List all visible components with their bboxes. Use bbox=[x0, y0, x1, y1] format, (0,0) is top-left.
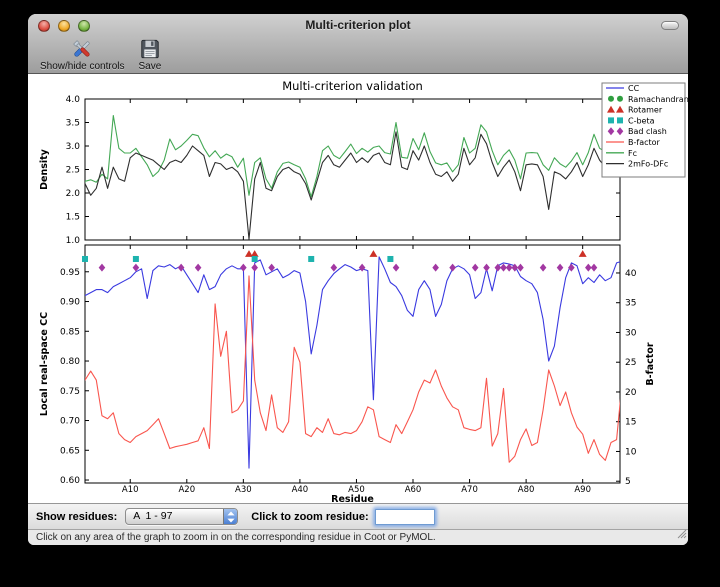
save-icon bbox=[139, 36, 161, 61]
svg-text:A20: A20 bbox=[178, 485, 195, 495]
svg-text:Residue: Residue bbox=[331, 494, 374, 503]
minimize-button[interactable] bbox=[58, 20, 70, 32]
controls-bar: Show residues: A 1 - 97 Click to zoom re… bbox=[28, 503, 688, 529]
svg-text:0.60: 0.60 bbox=[60, 476, 80, 486]
svg-text:Bad clash: Bad clash bbox=[628, 127, 667, 136]
svg-text:B-factor: B-factor bbox=[645, 342, 656, 385]
svg-text:A10: A10 bbox=[122, 485, 139, 495]
plot-figure[interactable]: A10A20A30A40A50A60A70A80A901.01.52.02.53… bbox=[28, 74, 688, 503]
svg-text:0.75: 0.75 bbox=[60, 387, 80, 397]
svg-text:Local real-space CC: Local real-space CC bbox=[39, 312, 50, 416]
svg-text:2.0: 2.0 bbox=[66, 189, 81, 199]
title-bar[interactable]: Multi-criterion plot bbox=[28, 14, 688, 36]
svg-text:4.0: 4.0 bbox=[66, 95, 81, 105]
toolbar: Show/hide controls bbox=[28, 36, 688, 73]
show-hide-controls-label: Show/hide controls bbox=[40, 61, 125, 72]
save-label: Save bbox=[139, 61, 162, 72]
svg-text:1.0: 1.0 bbox=[66, 236, 81, 246]
svg-text:15: 15 bbox=[625, 418, 636, 428]
svg-text:25: 25 bbox=[625, 358, 636, 368]
svg-text:0.95: 0.95 bbox=[60, 268, 80, 278]
window-header: Multi-criterion plot bbox=[28, 14, 688, 74]
show-residues-label: Show residues: bbox=[36, 511, 117, 523]
traffic-lights bbox=[38, 20, 98, 32]
residue-range-select[interactable]: A 1 - 97 bbox=[125, 508, 238, 525]
svg-text:A70: A70 bbox=[461, 485, 478, 495]
svg-text:2.5: 2.5 bbox=[66, 166, 80, 176]
svg-text:20: 20 bbox=[625, 388, 637, 398]
svg-text:Density: Density bbox=[39, 148, 50, 190]
svg-text:Fc: Fc bbox=[628, 149, 637, 158]
svg-text:CC: CC bbox=[628, 84, 640, 93]
zoom-window-button[interactable] bbox=[78, 20, 90, 32]
zoom-residue-label: Click to zoom residue: bbox=[251, 511, 368, 523]
zoom-residue-input[interactable] bbox=[375, 509, 435, 525]
svg-text:35: 35 bbox=[625, 299, 636, 309]
svg-text:40: 40 bbox=[625, 269, 637, 279]
svg-text:30: 30 bbox=[625, 328, 637, 338]
svg-text:Rotamer: Rotamer bbox=[628, 106, 663, 115]
resize-grip-icon[interactable] bbox=[675, 526, 687, 544]
svg-text:Ramachandran: Ramachandran bbox=[628, 95, 688, 104]
window-title: Multi-criterion plot bbox=[28, 14, 688, 36]
desktop-background: Multi-criterion plot bbox=[0, 0, 720, 587]
svg-text:0.70: 0.70 bbox=[60, 417, 80, 427]
svg-text:A40: A40 bbox=[292, 485, 309, 495]
svg-text:A30: A30 bbox=[235, 485, 252, 495]
svg-text:B-factor: B-factor bbox=[628, 138, 661, 147]
show-hide-controls-button[interactable]: Show/hide controls bbox=[40, 36, 125, 72]
close-button[interactable] bbox=[38, 20, 50, 32]
multi-criterion-chart[interactable]: A10A20A30A40A50A60A70A80A901.01.52.02.53… bbox=[28, 74, 688, 503]
svg-text:0.85: 0.85 bbox=[60, 327, 80, 337]
status-text: Click on any area of the graph to zoom i… bbox=[36, 532, 436, 543]
svg-text:A80: A80 bbox=[518, 485, 535, 495]
svg-text:0.65: 0.65 bbox=[60, 446, 80, 456]
toolbar-toggle-button[interactable] bbox=[661, 21, 679, 30]
svg-text:10: 10 bbox=[625, 447, 637, 457]
svg-text:0.80: 0.80 bbox=[60, 357, 80, 367]
svg-text:3.5: 3.5 bbox=[66, 119, 80, 129]
svg-text:1.5: 1.5 bbox=[66, 213, 80, 223]
up-down-stepper-icon[interactable] bbox=[223, 509, 237, 524]
tools-icon bbox=[70, 36, 94, 61]
residue-range-value: A 1 - 97 bbox=[126, 509, 223, 524]
svg-text:0.90: 0.90 bbox=[60, 298, 80, 308]
multi-criterion-plot-window: Multi-criterion plot bbox=[28, 14, 688, 545]
svg-text:A60: A60 bbox=[405, 485, 422, 495]
svg-text:2mFo-DFc: 2mFo-DFc bbox=[628, 160, 668, 169]
svg-text:A90: A90 bbox=[574, 485, 591, 495]
status-bar: Click on any area of the graph to zoom i… bbox=[28, 529, 688, 545]
svg-text:C-beta: C-beta bbox=[628, 116, 655, 125]
svg-text:3.0: 3.0 bbox=[66, 142, 81, 152]
svg-text:5: 5 bbox=[625, 477, 631, 487]
save-button[interactable]: Save bbox=[139, 36, 162, 72]
svg-text:Multi-criterion validation: Multi-criterion validation bbox=[282, 79, 423, 93]
